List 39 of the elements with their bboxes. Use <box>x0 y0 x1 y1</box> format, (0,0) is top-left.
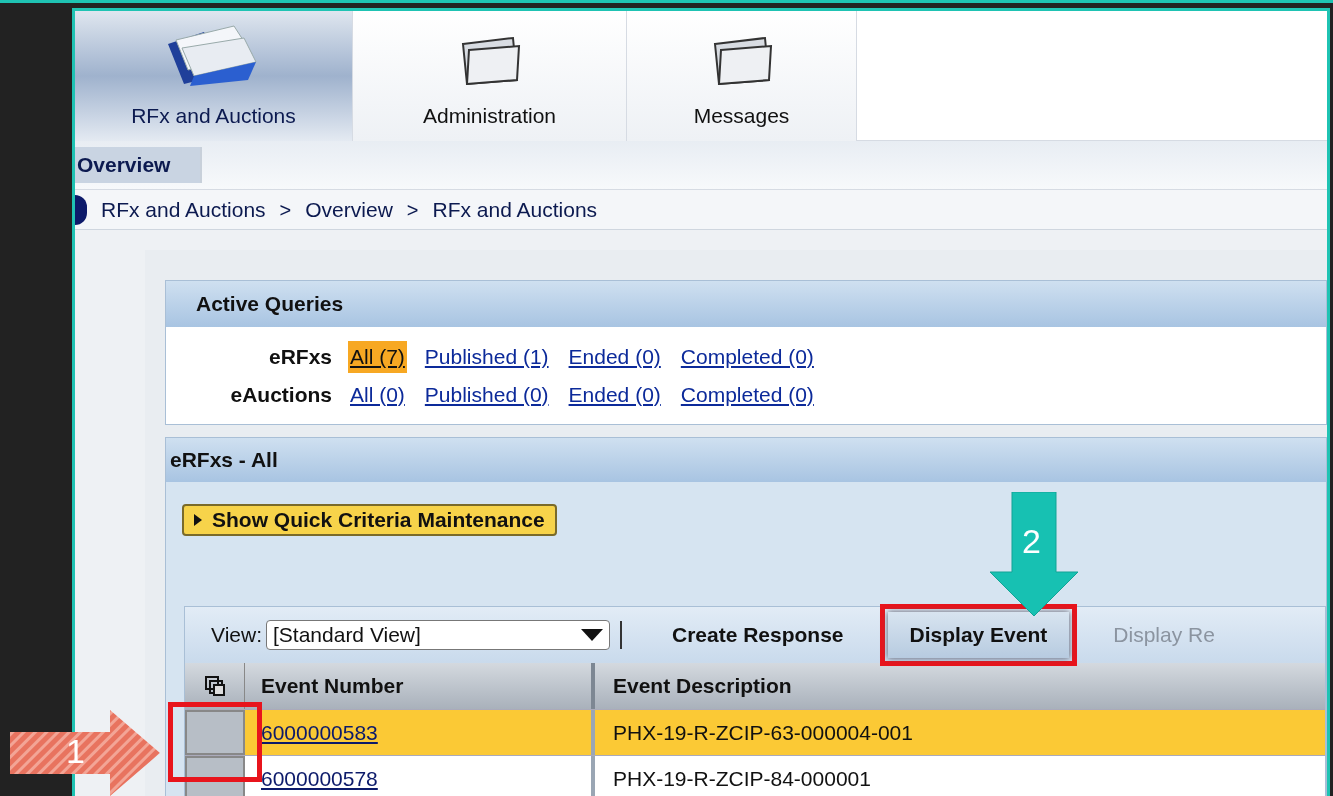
criteria-button[interactable]: Show Quick Criteria Maintenance <box>182 504 557 536</box>
breadcrumb-link[interactable]: RFx and Auctions <box>432 193 598 226</box>
table-row[interactable]: 6000000578 PHX-19-R-ZCIP-84-000001 <box>185 755 1325 796</box>
breadcrumb-separator: > <box>406 197 419 223</box>
step-number: 2 <box>1022 524 1041 558</box>
query-link[interactable]: Completed (0) <box>678 378 816 410</box>
query-link[interactable]: Published (0) <box>422 378 551 410</box>
view-label: View: <box>211 622 262 649</box>
toolbar-button[interactable]: Display Event <box>887 612 1070 658</box>
breadcrumb-link[interactable]: RFx and Auctions <box>101 193 266 226</box>
query-link[interactable]: Ended (0) <box>566 341 663 373</box>
column-header[interactable]: Event Description <box>595 663 1325 709</box>
breadcrumb-link[interactable]: Overview <box>305 193 393 226</box>
nav-tab[interactable]: RFx and Auctions <box>75 11 353 141</box>
dropdown-arrow-icon <box>581 629 603 641</box>
query-label: eAuctions <box>229 381 332 408</box>
query-link[interactable]: All (7) <box>348 341 407 373</box>
section-header: eRFxs - All <box>166 438 1326 482</box>
caret-icon <box>194 514 202 526</box>
query-link[interactable]: Published (1) <box>422 341 551 373</box>
query-link[interactable]: Completed (0) <box>678 341 816 373</box>
query-label: eRFxs <box>267 344 332 370</box>
nav-tab[interactable]: Messages <box>627 11 857 141</box>
section-header: Active Queries <box>166 281 1326 327</box>
row-selector[interactable] <box>185 756 245 796</box>
event-number-link[interactable]: 6000000578 <box>245 756 595 796</box>
table-row[interactable]: 6000000583 PHX-19-R-ZCIP-63-000004-001 <box>185 709 1325 755</box>
toolbar-button[interactable]: Create Response <box>650 612 866 658</box>
select-all-icon <box>203 675 226 697</box>
nav-tab[interactable]: Administration <box>353 11 627 141</box>
query-link[interactable]: Ended (0) <box>566 378 663 410</box>
row-selector[interactable] <box>185 710 245 755</box>
table-cell-text: PHX-19-R-ZCIP-84-000001 <box>612 765 872 792</box>
view-dropdown[interactable]: [Standard View] <box>266 620 610 650</box>
table-cell-text: PHX-19-R-ZCIP-63-000004-001 <box>612 719 914 746</box>
step-number: 1 <box>66 734 85 768</box>
sub-tab[interactable]: Overview <box>75 147 203 183</box>
query-link[interactable]: All (0) <box>348 378 407 410</box>
breadcrumb-separator: > <box>279 197 292 223</box>
